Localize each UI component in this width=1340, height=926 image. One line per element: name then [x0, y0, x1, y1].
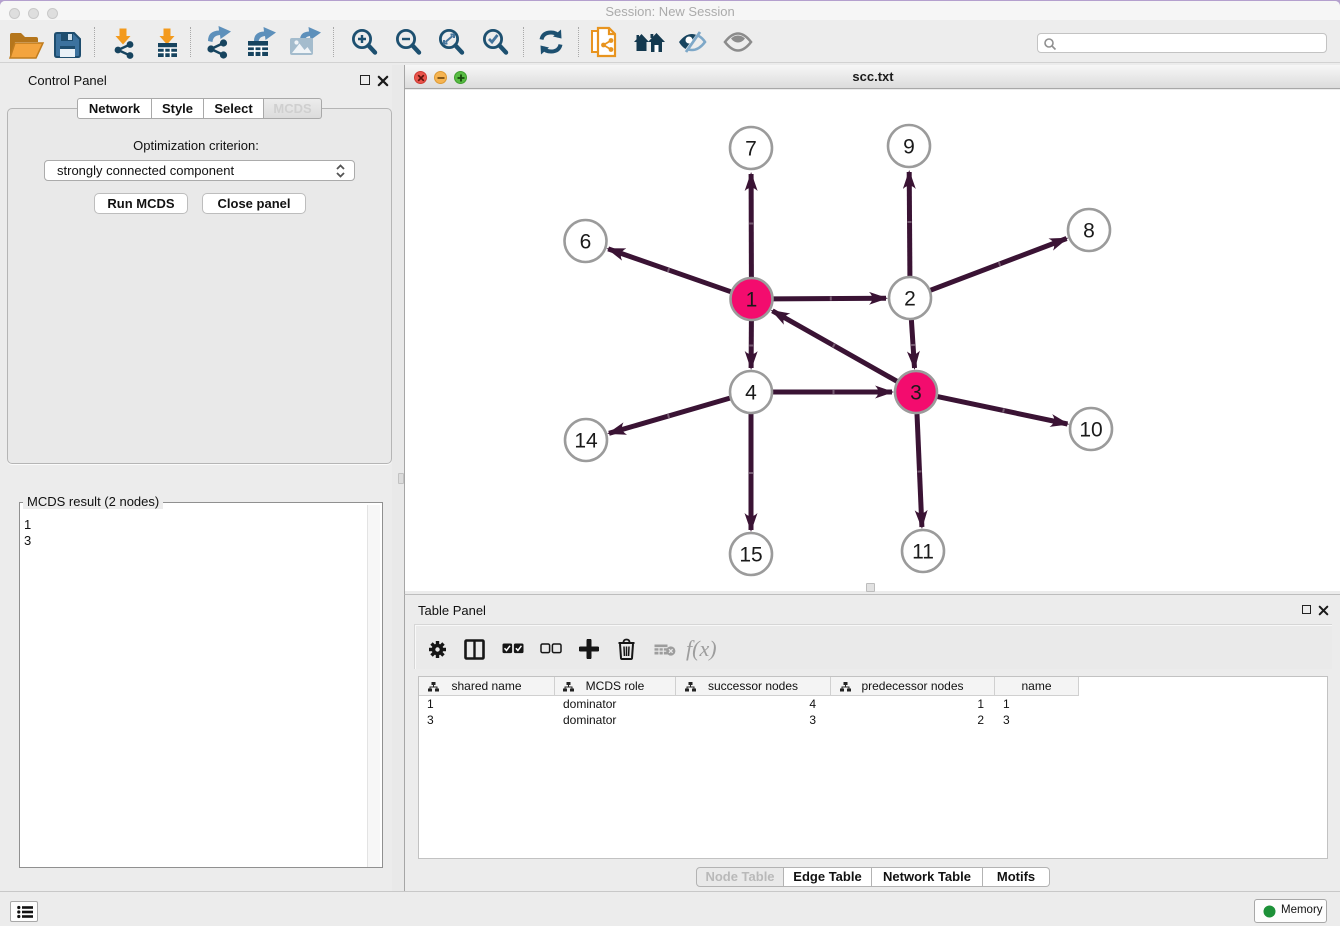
- svg-text:15: 15: [739, 544, 762, 567]
- svg-text:11: 11: [912, 541, 934, 564]
- svg-text:4: 4: [745, 382, 757, 405]
- svg-text:9: 9: [903, 136, 915, 159]
- svg-text:8: 8: [1083, 220, 1095, 243]
- svg-text:1: 1: [746, 289, 758, 312]
- svg-text:2: 2: [904, 288, 916, 311]
- svg-text:14: 14: [574, 430, 598, 453]
- svg-text:7: 7: [745, 138, 757, 161]
- svg-text:3: 3: [910, 382, 922, 405]
- svg-text:6: 6: [580, 231, 592, 254]
- svg-text:10: 10: [1079, 419, 1102, 442]
